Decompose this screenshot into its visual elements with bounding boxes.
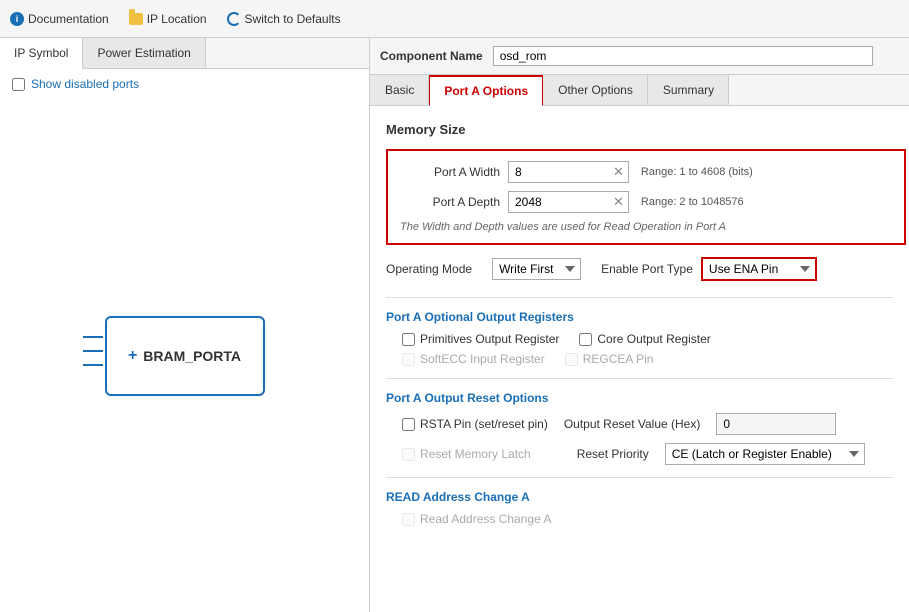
port-a-depth-input[interactable]: [509, 192, 609, 212]
bram-name: BRAM_PORTA: [143, 348, 241, 364]
core-output-register-label: Core Output Register: [597, 332, 710, 346]
ip-location-label: IP Location: [147, 12, 207, 26]
port-a-depth-row: Port A Depth ✕ Range: 2 to 1048576: [400, 191, 892, 213]
info-icon: i: [10, 12, 24, 26]
port-line-2: [83, 350, 103, 352]
toolbar: i Documentation IP Location Switch to De…: [0, 0, 909, 38]
operating-mode-label: Operating Mode: [386, 262, 472, 276]
port-a-width-input[interactable]: [509, 162, 609, 182]
softECC-input-register-label: SoftECC Input Register: [420, 352, 545, 366]
port-a-depth-clear-button[interactable]: ✕: [609, 192, 628, 212]
port-line-3: [83, 364, 103, 366]
port-a-width-input-wrap: ✕: [508, 161, 629, 183]
show-disabled-label: Show disabled ports: [31, 77, 139, 91]
refresh-icon: [227, 12, 241, 26]
reset-options-title: Port A Output Reset Options: [386, 391, 893, 405]
right-content: Memory Size Port A Width ✕ Range: 1 to 4…: [370, 106, 909, 612]
optional-reg-row-2: SoftECC Input Register REGCEA Pin: [386, 352, 893, 366]
output-reset-value-label: Output Reset Value (Hex): [564, 417, 701, 431]
reset-row-1: RSTA Pin (set/reset pin) Output Reset Va…: [386, 413, 893, 435]
reset-memory-latch-checkbox[interactable]: [402, 448, 415, 461]
documentation-label: Documentation: [28, 12, 109, 26]
tab-power-estimation[interactable]: Power Estimation: [83, 38, 205, 68]
left-tab-bar: IP Symbol Power Estimation: [0, 38, 369, 69]
reset-priority-label: Reset Priority: [577, 447, 649, 461]
memory-size-box: Port A Width ✕ Range: 1 to 4608 (bits) P…: [386, 149, 906, 245]
output-reset-value-input[interactable]: [716, 413, 836, 435]
port-a-width-row: Port A Width ✕ Range: 1 to 4608 (bits): [400, 161, 892, 183]
right-tab-bar: Basic Port A Options Other Options Summa…: [370, 75, 909, 106]
reset-memory-latch-item: Reset Memory Latch: [402, 447, 531, 461]
port-line-1: [83, 336, 103, 338]
plus-icon: +: [128, 347, 137, 365]
operating-mode-row: Operating Mode Write First Read First No…: [386, 257, 893, 281]
tab-port-a-options[interactable]: Port A Options: [429, 75, 543, 106]
primitives-checkbox-item: Primitives Output Register: [402, 332, 559, 346]
right-panel: Component Name Basic Port A Options Othe…: [370, 38, 909, 612]
symbol-area: + BRAM_PORTA: [0, 99, 369, 612]
divider-1: [386, 297, 893, 298]
show-disabled-row: Show disabled ports: [0, 69, 369, 99]
optional-registers-title: Port A Optional Output Registers: [386, 310, 893, 324]
port-a-width-label: Port A Width: [400, 165, 500, 179]
reset-row-2: Reset Memory Latch Reset Priority CE (La…: [386, 443, 893, 465]
bram-label: + BRAM_PORTA: [128, 347, 241, 365]
documentation-button[interactable]: i Documentation: [10, 12, 109, 26]
divider-2: [386, 378, 893, 379]
enable-port-select[interactable]: Use ENA Pin Always Enabled Use ENB Pin: [701, 257, 817, 281]
rsta-pin-checkbox[interactable]: [402, 418, 415, 431]
optional-reg-row-1: Primitives Output Register Core Output R…: [386, 332, 893, 346]
port-a-depth-label: Port A Depth: [400, 195, 500, 209]
read-address-title: READ Address Change A: [386, 490, 893, 504]
component-name-bar: Component Name: [370, 38, 909, 75]
softECC-input-register-checkbox[interactable]: [402, 353, 415, 366]
read-address-label: Read Address Change A: [420, 512, 551, 526]
core-checkbox-item: Core Output Register: [579, 332, 710, 346]
bram-symbol: + BRAM_PORTA: [105, 316, 265, 396]
divider-3: [386, 477, 893, 478]
show-disabled-checkbox[interactable]: [12, 78, 25, 91]
primitives-output-register-checkbox[interactable]: [402, 333, 415, 346]
port-a-width-range: Range: 1 to 4608 (bits): [641, 166, 753, 178]
main-layout: IP Symbol Power Estimation Show disabled…: [0, 38, 909, 612]
core-output-register-checkbox[interactable]: [579, 333, 592, 346]
tab-ip-symbol[interactable]: IP Symbol: [0, 38, 83, 69]
component-name-input[interactable]: [493, 46, 873, 66]
read-address-row: Read Address Change A: [386, 512, 893, 526]
regcea-pin-checkbox[interactable]: [565, 353, 578, 366]
switch-defaults-label: Switch to Defaults: [245, 12, 341, 26]
port-a-depth-range: Range: 2 to 1048576: [641, 196, 744, 208]
reset-memory-latch-label: Reset Memory Latch: [420, 447, 531, 461]
component-name-label: Component Name: [380, 49, 483, 63]
operating-mode-select[interactable]: Write First Read First No Change: [492, 258, 581, 280]
rsta-pin-label: RSTA Pin (set/reset pin): [420, 417, 548, 431]
left-panel: IP Symbol Power Estimation Show disabled…: [0, 38, 370, 612]
memory-size-note: The Width and Depth values are used for …: [400, 221, 892, 233]
rsta-checkbox-item: RSTA Pin (set/reset pin): [402, 417, 548, 431]
enable-port-wrap: Enable Port Type Use ENA Pin Always Enab…: [601, 257, 817, 281]
softECC-checkbox-item: SoftECC Input Register: [402, 352, 545, 366]
tab-basic[interactable]: Basic: [370, 75, 429, 105]
read-address-checkbox[interactable]: [402, 513, 415, 526]
port-a-depth-input-wrap: ✕: [508, 191, 629, 213]
port-a-width-clear-button[interactable]: ✕: [609, 162, 628, 182]
enable-port-label: Enable Port Type: [601, 262, 693, 276]
tab-other-options[interactable]: Other Options: [543, 75, 648, 105]
regcea-checkbox-item: REGCEA Pin: [565, 352, 654, 366]
reset-priority-select[interactable]: CE (Latch or Register Enable) SR (Set/Re…: [665, 443, 865, 465]
folder-icon: [129, 13, 143, 25]
regcea-pin-label: REGCEA Pin: [583, 352, 654, 366]
memory-size-title: Memory Size: [386, 122, 893, 137]
ip-location-button[interactable]: IP Location: [129, 12, 207, 26]
primitives-output-register-label: Primitives Output Register: [420, 332, 559, 346]
switch-defaults-button[interactable]: Switch to Defaults: [227, 12, 341, 26]
tab-summary[interactable]: Summary: [648, 75, 729, 105]
